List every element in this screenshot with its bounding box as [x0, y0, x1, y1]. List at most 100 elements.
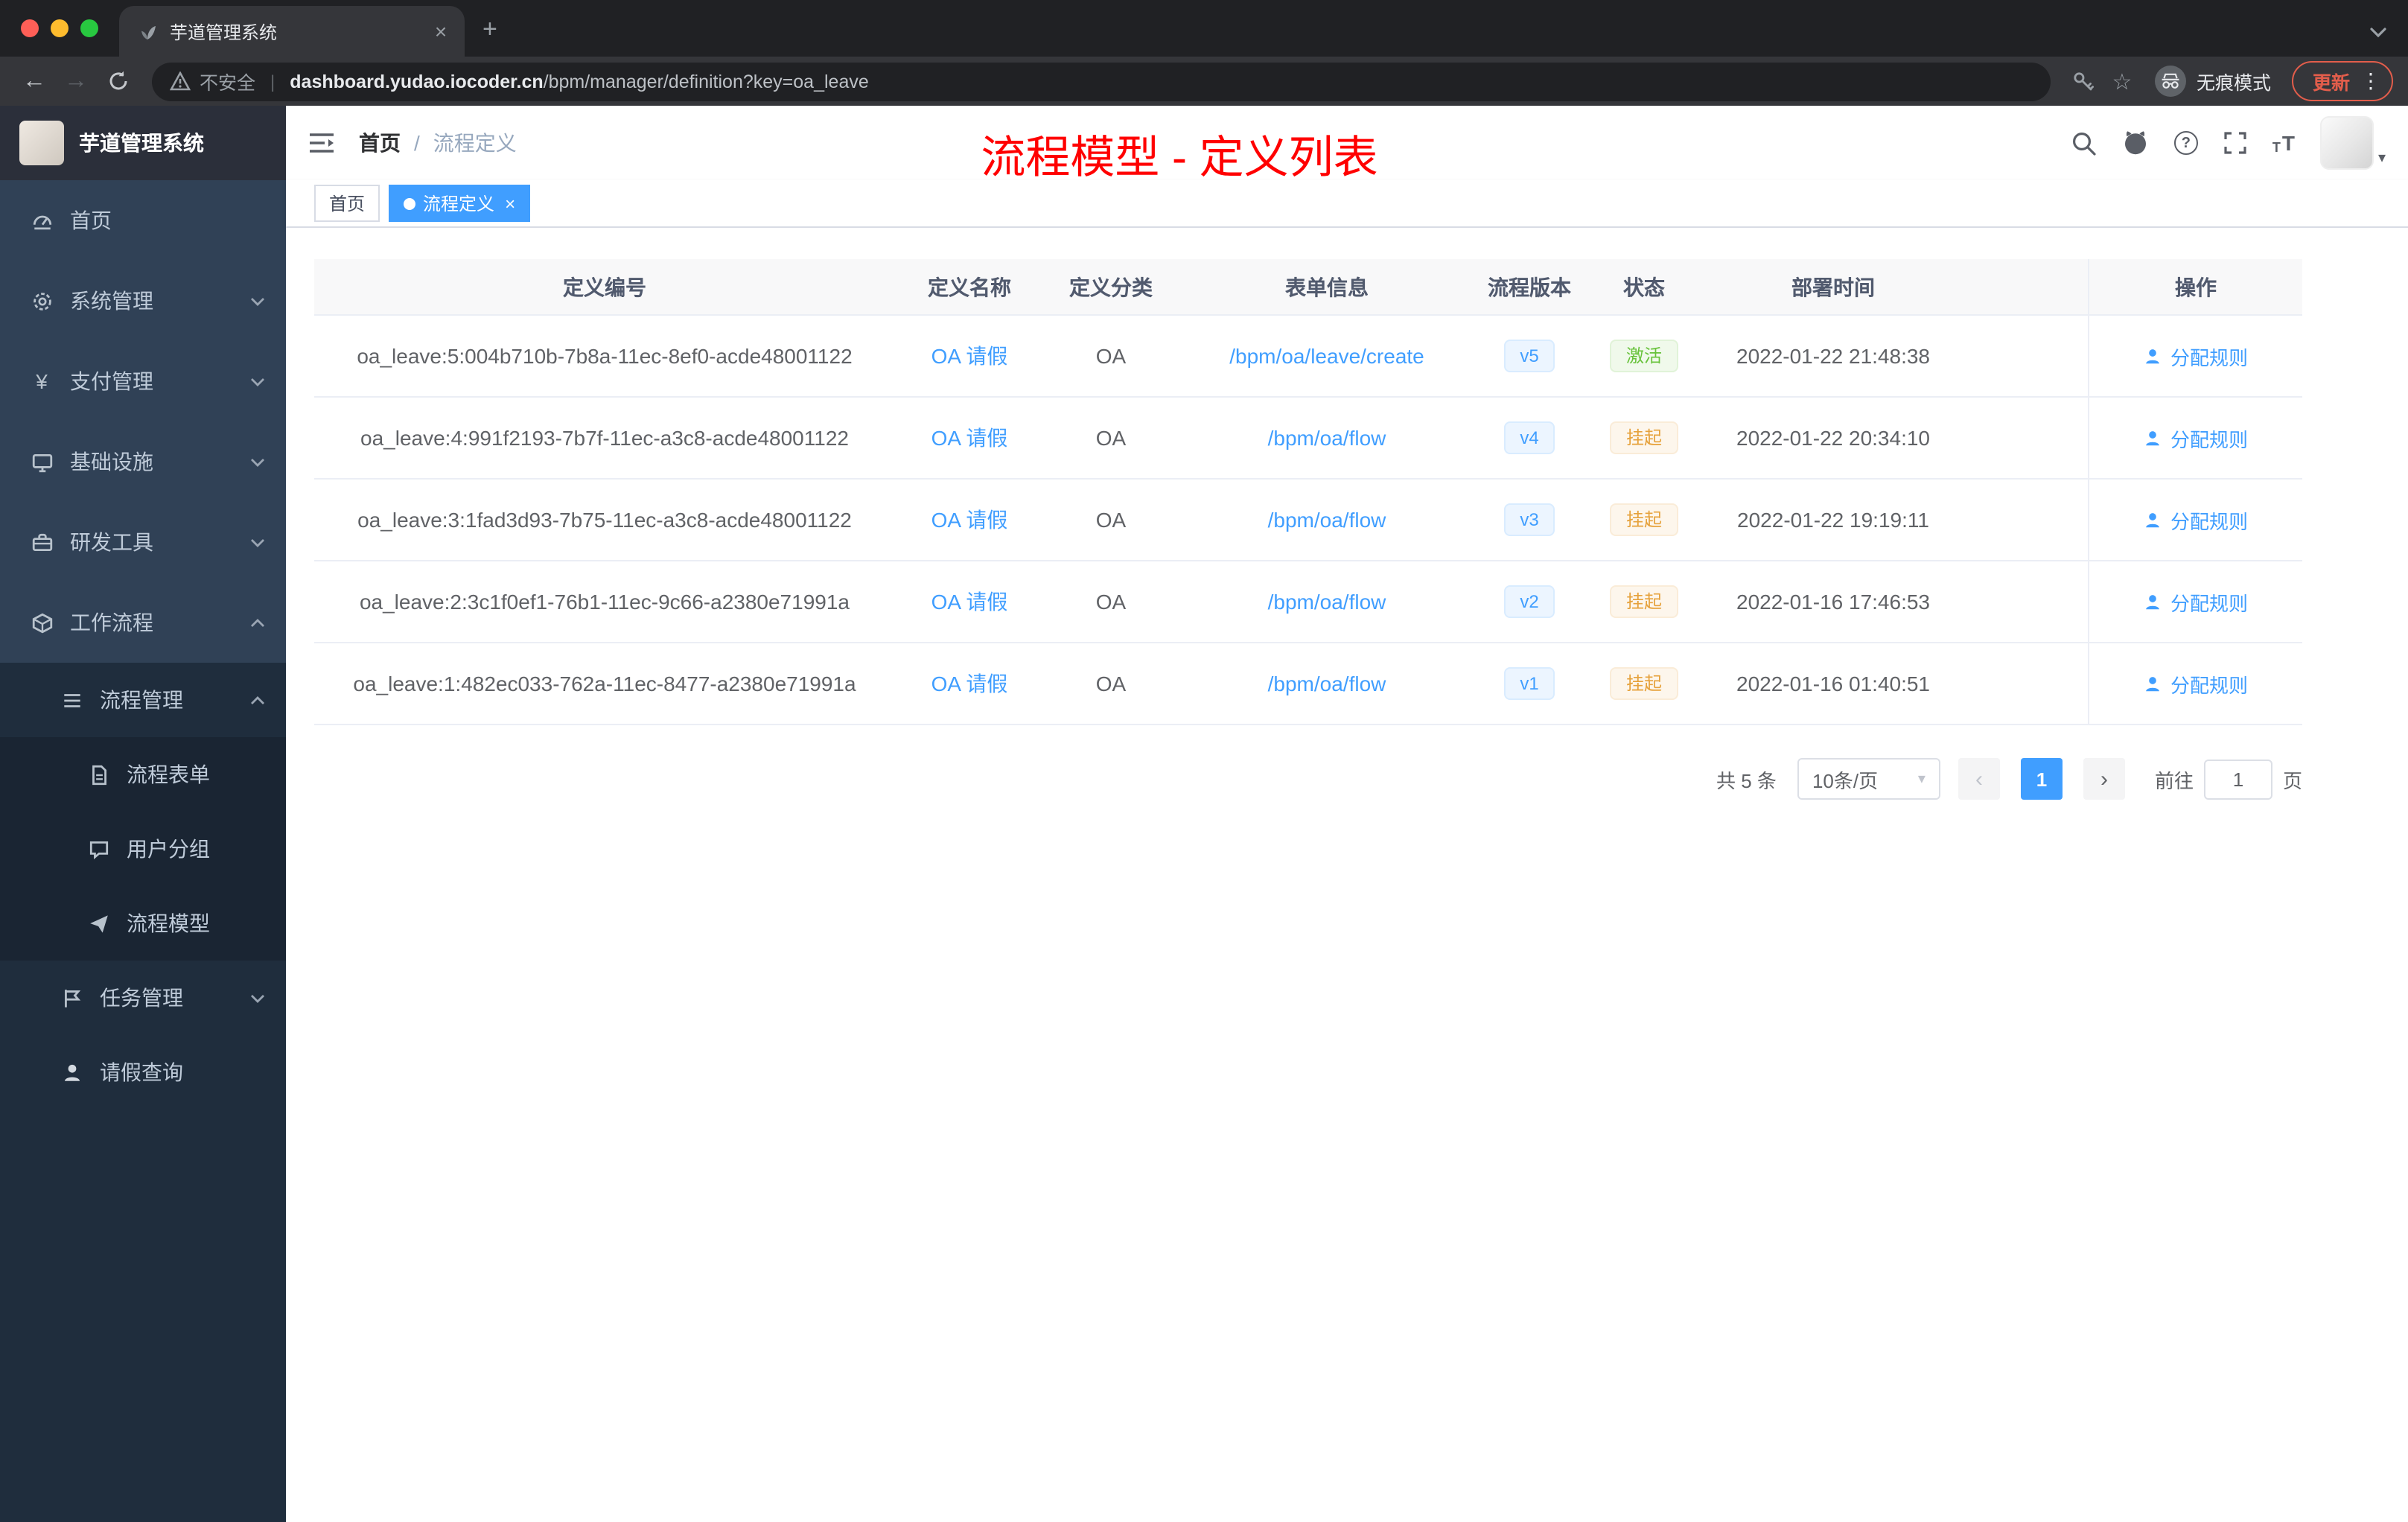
definition-name-link[interactable]: OA 请假: [931, 341, 1008, 371]
tab-close-icon[interactable]: ×: [429, 19, 453, 43]
send-icon: [86, 912, 110, 934]
address-bar[interactable]: 不安全 | dashboard.yudao.iocoder.cn/bpm/man…: [152, 62, 2051, 101]
goto-page-input[interactable]: [2203, 759, 2272, 799]
page-size-select[interactable]: 10条/页 ▾: [1797, 758, 1940, 800]
sidebar-logo: 芋道管理系统: [0, 106, 286, 180]
sidebar: 芋道管理系统 首页 系统管理 ¥ 支付管理 基础设施 研发工具 工作流程 流程管…: [0, 106, 286, 1522]
sidebar-item-process-model[interactable]: 流程模型: [0, 886, 286, 961]
breadcrumb-current: 流程定义: [433, 131, 517, 155]
goto-label: 前往: [2154, 769, 2194, 792]
sidebar-item-process-management[interactable]: 流程管理: [0, 663, 286, 737]
col-category: 定义分类: [1069, 275, 1153, 299]
sidebar-item-leave-query[interactable]: 请假查询: [0, 1035, 286, 1109]
minimize-window-button[interactable]: [51, 19, 69, 37]
new-tab-button[interactable]: +: [482, 15, 497, 45]
definition-name-link[interactable]: OA 请假: [931, 505, 1008, 535]
assign-rule-link[interactable]: 分配规则: [2144, 342, 2248, 370]
definition-name-link[interactable]: OA 请假: [931, 669, 1008, 698]
col-definition-id: 定义编号: [563, 275, 646, 299]
chevron-down-icon: [250, 537, 265, 547]
form-link[interactable]: /bpm/oa/flow: [1268, 508, 1386, 532]
forward-icon[interactable]: →: [57, 62, 95, 101]
table-row: oa_leave:3:1fad3d93-7b75-11ec-a3c8-acde4…: [314, 480, 2302, 561]
form-link[interactable]: /bpm/oa/flow: [1268, 672, 1386, 695]
help-icon[interactable]: ?: [2173, 131, 2198, 155]
active-dot-icon: [404, 197, 416, 209]
cell-filler: [1961, 316, 2088, 396]
zoom-window-button[interactable]: [80, 19, 98, 37]
sidebar-item-dev-tools[interactable]: 研发工具: [0, 502, 286, 582]
cell-filler: [1961, 561, 2088, 642]
breadcrumb: 首页 / 流程定义: [359, 128, 517, 158]
sidebar-item-user-group[interactable]: 用户分组: [0, 812, 286, 886]
tab-search-chevron-icon[interactable]: [2369, 27, 2387, 39]
security-label[interactable]: 不安全: [200, 67, 255, 95]
back-icon[interactable]: ←: [15, 62, 54, 101]
assign-rule-link[interactable]: 分配规则: [2144, 669, 2248, 698]
bookmark-star-icon[interactable]: ☆: [2104, 63, 2140, 99]
close-window-button[interactable]: [21, 19, 39, 37]
logo-title: 芋道管理系统: [79, 131, 204, 155]
github-icon[interactable]: [2122, 130, 2149, 156]
cell-filler: [1961, 643, 2088, 724]
reload-icon[interactable]: [98, 62, 137, 101]
assign-rule-link[interactable]: 分配规则: [2144, 424, 2248, 452]
tag-close-icon[interactable]: ×: [505, 193, 515, 214]
tab-favicon-icon: [137, 21, 158, 42]
sidebar-item-process-form[interactable]: 流程表单: [0, 737, 286, 812]
definition-name-link[interactable]: OA 请假: [931, 423, 1008, 453]
browser-update-button[interactable]: 更新 ⋮: [2291, 61, 2393, 101]
sidebar-item-system[interactable]: 系统管理: [0, 261, 286, 341]
tag-home[interactable]: 首页: [314, 185, 380, 222]
tags-view-bar: 首页 流程定义 ×: [286, 180, 2408, 228]
browser-tab[interactable]: 芋道管理系统 ×: [119, 6, 465, 57]
table-row: oa_leave:4:991f2193-7b7f-11ec-a3c8-acde4…: [314, 398, 2302, 480]
sidebar-item-infrastructure[interactable]: 基础设施: [0, 421, 286, 502]
col-definition-name: 定义名称: [928, 275, 1011, 299]
assign-rule-link[interactable]: 分配规则: [2144, 506, 2248, 534]
breadcrumb-home-link[interactable]: 首页: [359, 128, 401, 158]
sidebar-toggle-hamburger-icon[interactable]: [308, 131, 335, 155]
url-text[interactable]: dashboard.yudao.iocoder.cn/bpm/manager/d…: [290, 71, 869, 92]
definition-name-link[interactable]: OA 请假: [931, 587, 1008, 617]
tag-process-definition[interactable]: 流程定义 ×: [389, 185, 531, 222]
sidebar-item-workflow[interactable]: 工作流程: [0, 582, 286, 663]
cell-filler: [1961, 398, 2088, 478]
next-page-button[interactable]: ›: [2083, 758, 2125, 800]
chevron-down-icon: [250, 296, 265, 306]
col-version: 流程版本: [1488, 275, 1571, 299]
form-icon: [86, 763, 110, 786]
search-icon[interactable]: [2071, 130, 2097, 156]
prev-page-button[interactable]: ‹: [1958, 758, 2000, 800]
cell-category: OA: [1095, 426, 1127, 450]
font-size-icon[interactable]: TT: [2272, 131, 2295, 155]
user-avatar-menu[interactable]: ▾: [2319, 116, 2386, 170]
cell-definition-id: oa_leave:5:004b710b-7b8a-11ec-8ef0-acde4…: [357, 344, 853, 368]
task-flag-icon: [60, 987, 83, 1009]
chevron-down-icon: [250, 376, 265, 386]
address-divider: |: [270, 71, 275, 92]
table-row: oa_leave:5:004b710b-7b8a-11ec-8ef0-acde4…: [314, 316, 2302, 398]
password-key-icon[interactable]: [2065, 63, 2101, 99]
version-badge: v5: [1503, 340, 1555, 372]
sidebar-item-task-management[interactable]: 任务管理: [0, 961, 286, 1035]
fullscreen-icon[interactable]: [2223, 131, 2247, 155]
update-label: 更新: [2312, 73, 2350, 94]
workflow-icon: [30, 611, 54, 634]
sidebar-item-payment[interactable]: ¥ 支付管理: [0, 341, 286, 421]
version-badge: v4: [1503, 421, 1555, 454]
sidebar-item-home[interactable]: 首页: [0, 180, 286, 261]
form-link[interactable]: /bpm/oa/flow: [1268, 590, 1386, 614]
incognito-profile-chip[interactable]: 无痕模式: [2154, 66, 2271, 97]
page-content: 定义编号 定义名称 定义分类 表单信息 流程版本 状态 部署时间 操作 oa_l…: [286, 228, 2408, 1522]
cell-deploy-time: 2022-01-22 21:48:38: [1736, 344, 1930, 368]
incognito-icon: [2154, 66, 2186, 97]
definition-table: 定义编号 定义名称 定义分类 表单信息 流程版本 状态 部署时间 操作 oa_l…: [314, 259, 2302, 725]
page-number-button[interactable]: 1: [2020, 758, 2063, 800]
browser-menu-kebab-icon[interactable]: ⋮: [2360, 69, 2381, 94]
chevron-down-icon: ▾: [1917, 771, 1926, 787]
window-controls: [15, 0, 119, 57]
assign-rule-link[interactable]: 分配规则: [2144, 588, 2248, 616]
form-link[interactable]: /bpm/oa/leave/create: [1229, 344, 1424, 368]
form-link[interactable]: /bpm/oa/flow: [1268, 426, 1386, 450]
